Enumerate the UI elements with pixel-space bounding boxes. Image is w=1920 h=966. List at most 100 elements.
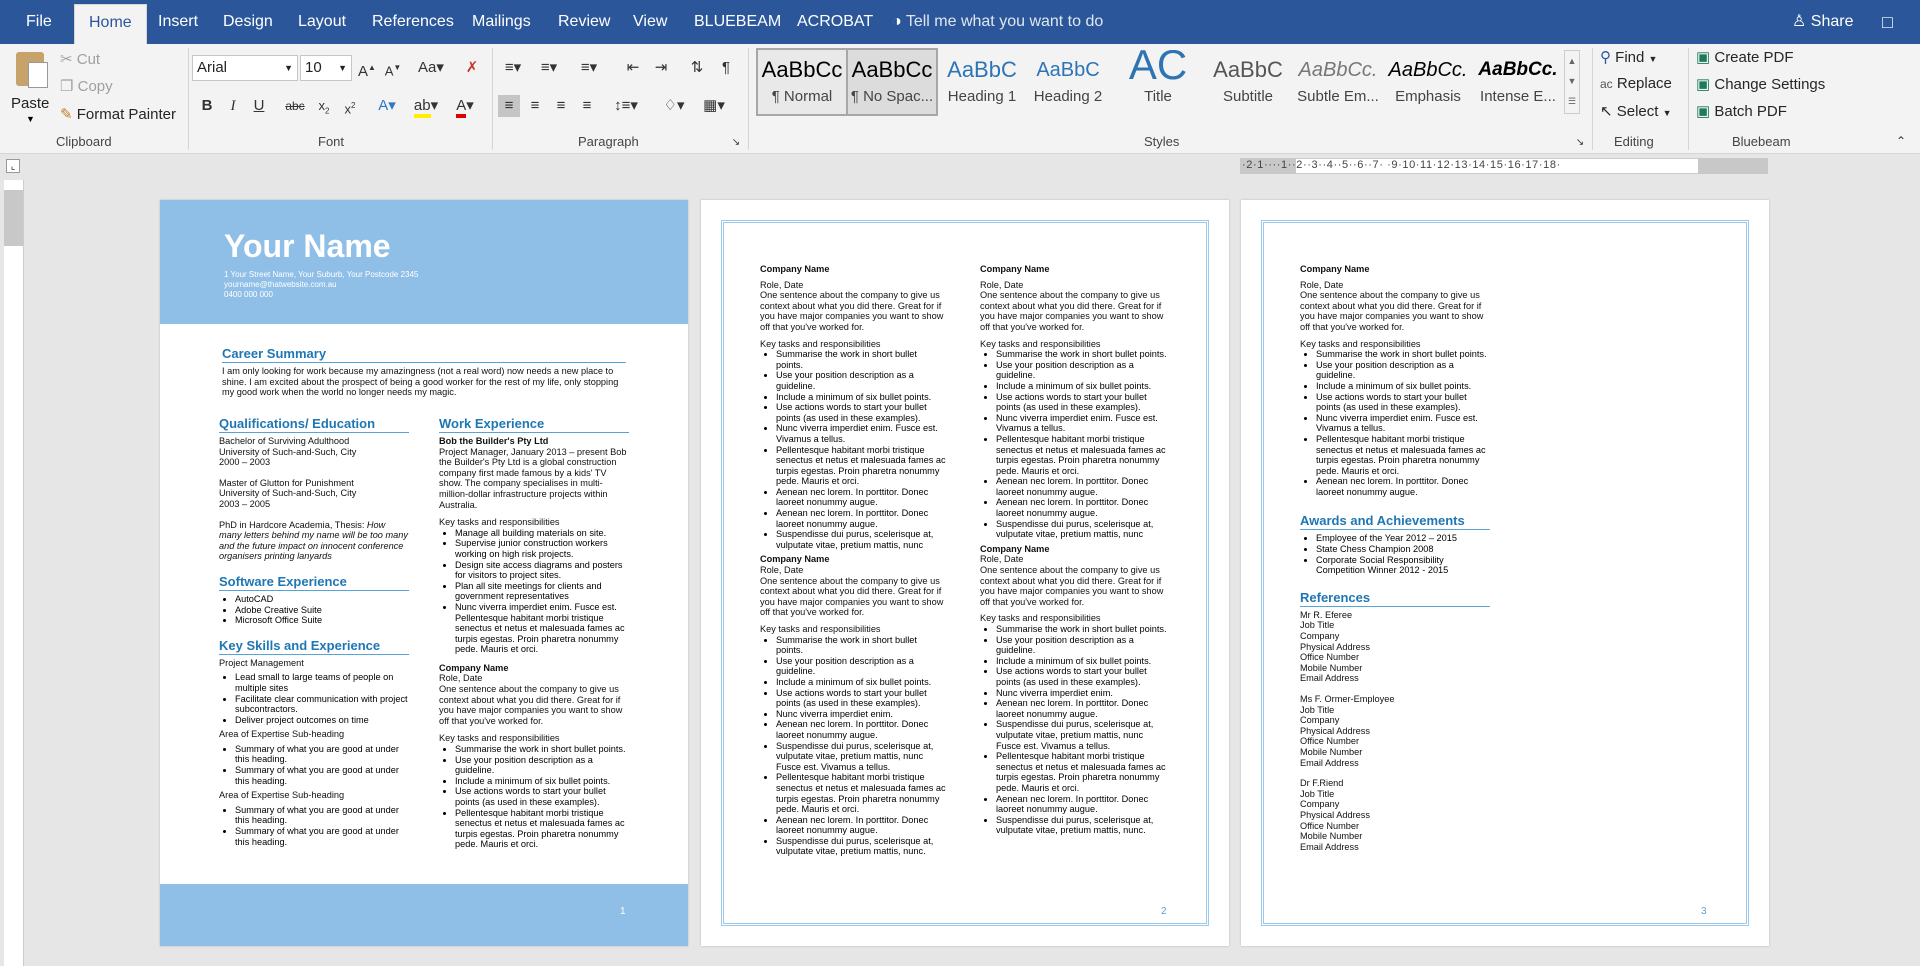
batch-pdf-button[interactable]: ▣ Batch PDF bbox=[1696, 102, 1787, 120]
page-3: Company Name Role, Date One sentence abo… bbox=[1241, 200, 1769, 946]
increase-indent-icon[interactable]: ⇥ bbox=[650, 57, 672, 79]
align-left-icon[interactable]: ≡ bbox=[498, 95, 520, 117]
chevron-down-icon: ▼ bbox=[338, 63, 347, 73]
tab-design[interactable]: Design bbox=[223, 0, 273, 44]
show-marks-icon[interactable]: ¶ bbox=[716, 57, 736, 79]
numbering-icon[interactable]: ≡▾ bbox=[536, 57, 562, 79]
align-center-icon[interactable]: ≡ bbox=[524, 95, 546, 117]
line-spacing-icon[interactable]: ↕≡▾ bbox=[610, 95, 642, 117]
tab-references[interactable]: References bbox=[372, 0, 454, 44]
sort-icon[interactable]: ⇅ bbox=[686, 57, 708, 79]
paragraph-launcher-icon[interactable]: ↘ bbox=[730, 132, 742, 154]
superscript-icon[interactable]: x2 bbox=[340, 95, 360, 120]
multilevel-list-icon[interactable]: ≡▾ bbox=[574, 57, 604, 79]
style-intense-emphasis[interactable]: AaBbCc. Intense E... bbox=[1474, 50, 1562, 114]
paste-sheet-icon bbox=[28, 62, 48, 88]
career-section: Career Summary I am only looking for wor… bbox=[222, 346, 626, 398]
copy-button[interactable]: ❐ Copy bbox=[60, 77, 113, 95]
tab-insert[interactable]: Insert bbox=[158, 0, 198, 44]
select-button[interactable]: ↖ Select ▼ bbox=[1600, 102, 1672, 120]
font-color-icon[interactable]: A▾ bbox=[450, 95, 480, 118]
cut-button[interactable]: ✂ Cut bbox=[60, 50, 100, 68]
style-title[interactable]: AC Title bbox=[1114, 50, 1202, 114]
list-item: Facilitate clear communication with proj… bbox=[235, 694, 409, 715]
font-group-label: Font bbox=[318, 134, 345, 149]
style-subtitle[interactable]: AaBbC Subtitle bbox=[1204, 50, 1292, 114]
bluebeam-icon: ▣ bbox=[1696, 103, 1711, 120]
style-heading-2[interactable]: AaBbC Heading 2 bbox=[1024, 50, 1112, 114]
paste-button[interactable]: Paste ▼ bbox=[10, 48, 50, 128]
styles-scroll[interactable]: ▲ ▼ ☰ bbox=[1564, 50, 1580, 114]
tell-me-search[interactable]: ◑ Tell me what you want to do bbox=[892, 0, 1103, 44]
underline-icon[interactable]: U bbox=[250, 95, 268, 117]
text-effects-icon[interactable]: A▾ bbox=[374, 95, 400, 117]
ribbon: Paste ▼ ✂ Cut ❐ Copy ✎ Format Painter Cl… bbox=[0, 44, 1920, 154]
divider bbox=[1592, 48, 1593, 150]
share-button[interactable]: ♙ Share bbox=[1792, 0, 1854, 44]
right-column: Work Experience Bob the Builder's Pty Lt… bbox=[439, 416, 629, 850]
align-right-icon[interactable]: ≡ bbox=[550, 95, 572, 117]
justify-icon[interactable]: ≡ bbox=[576, 95, 598, 117]
shrink-font-icon[interactable]: A▼ bbox=[384, 57, 402, 82]
file-tab[interactable]: File bbox=[26, 0, 52, 44]
person-icon: ♙ bbox=[1792, 13, 1807, 30]
tab-view[interactable]: View bbox=[633, 0, 667, 44]
strikethrough-icon[interactable]: abc bbox=[284, 95, 306, 117]
font-size-select[interactable]: 10 ▼ bbox=[300, 55, 352, 81]
page-number: 2 bbox=[1161, 906, 1167, 917]
list-item: Deliver project outcomes on time bbox=[235, 715, 409, 726]
chevron-down-icon: ▼ bbox=[284, 63, 293, 73]
tab-selector-icon[interactable]: ⌞ bbox=[6, 159, 20, 173]
ruler-scale: ·2·1····1··2··3··4··5··6··7· ·9·10·11·12… bbox=[1242, 159, 1561, 171]
highlight-icon[interactable]: ab▾ bbox=[410, 95, 442, 118]
editing-group-label: Editing bbox=[1614, 134, 1654, 149]
tab-layout[interactable]: Layout bbox=[298, 0, 346, 44]
tab-home[interactable]: Home bbox=[74, 4, 147, 44]
change-case-icon[interactable]: Aa▾ bbox=[416, 57, 446, 79]
list-item: Lead small to large teams of people on m… bbox=[235, 672, 409, 693]
style-emphasis[interactable]: AaBbCc. Emphasis bbox=[1384, 50, 1472, 114]
subscript-icon[interactable]: x2 bbox=[314, 95, 334, 123]
find-button[interactable]: ⚲ Find ▼ bbox=[1600, 48, 1657, 66]
style-no-spacing[interactable]: AaBbCc ¶ No Spac... bbox=[846, 48, 938, 116]
tab-review[interactable]: Review bbox=[558, 0, 610, 44]
chevron-down-icon: ▼ bbox=[26, 114, 35, 124]
bullets-icon[interactable]: ≡▾ bbox=[500, 57, 526, 79]
list-item: Summary of what you are good at under th… bbox=[235, 826, 409, 847]
styles-group-label: Styles bbox=[1144, 134, 1180, 149]
style-subtle-emphasis[interactable]: AaBbCc. Subtle Em... bbox=[1294, 50, 1382, 114]
change-settings-button[interactable]: ▣ Change Settings bbox=[1696, 75, 1825, 93]
style-heading-1[interactable]: AaBbC Heading 1 bbox=[938, 50, 1026, 114]
replace-button[interactable]: ac Replace bbox=[1600, 75, 1672, 92]
italic-icon[interactable]: I bbox=[224, 95, 242, 117]
column-1: Company Name Role, Date One sentence abo… bbox=[760, 264, 946, 857]
clipboard-group-label: Clipboard bbox=[56, 134, 112, 149]
shading-icon[interactable]: ♢▾ bbox=[656, 95, 692, 117]
divider bbox=[492, 48, 493, 150]
vertical-ruler[interactable] bbox=[4, 180, 24, 966]
tab-acrobat[interactable]: ACROBAT bbox=[797, 0, 873, 44]
list-item: Summary of what you are good at under th… bbox=[235, 805, 409, 826]
style-normal[interactable]: AaBbCc ¶ Normal bbox=[756, 48, 848, 116]
collapse-ribbon-icon[interactable]: ⌃ bbox=[1892, 130, 1910, 152]
styles-launcher-icon[interactable]: ↘ bbox=[1574, 132, 1586, 154]
create-pdf-button[interactable]: ▣ Create PDF bbox=[1696, 48, 1794, 66]
column-2: Company Name Role, Date One sentence abo… bbox=[980, 264, 1170, 836]
bold-icon[interactable]: B bbox=[198, 95, 216, 117]
list-item: Employee of the Year 2012 – 2015 bbox=[1316, 533, 1490, 544]
tab-mailings[interactable]: Mailings bbox=[472, 0, 531, 44]
tab-bluebeam[interactable]: BLUEBEAM bbox=[694, 0, 781, 44]
grow-font-icon[interactable]: A▲ bbox=[358, 57, 376, 83]
comments-icon[interactable]: □ bbox=[1882, 0, 1893, 44]
divider bbox=[188, 48, 189, 150]
replace-icon: ac bbox=[1600, 77, 1613, 91]
horizontal-ruler[interactable]: ⌞ ·2·1····1··2··3··4··5··6··7· ·9·10·11·… bbox=[0, 155, 1920, 179]
format-painter-button[interactable]: ✎ Format Painter bbox=[60, 105, 176, 123]
decrease-indent-icon[interactable]: ⇤ bbox=[622, 57, 644, 79]
divider bbox=[1688, 48, 1689, 150]
font-name-select[interactable]: Arial ▼ bbox=[192, 55, 298, 81]
borders-icon[interactable]: ▦▾ bbox=[696, 95, 732, 117]
list-item: AutoCAD bbox=[235, 594, 409, 605]
column-1: Company Name Role, Date One sentence abo… bbox=[1300, 264, 1490, 852]
clear-formatting-icon[interactable]: ✗ bbox=[462, 57, 482, 79]
